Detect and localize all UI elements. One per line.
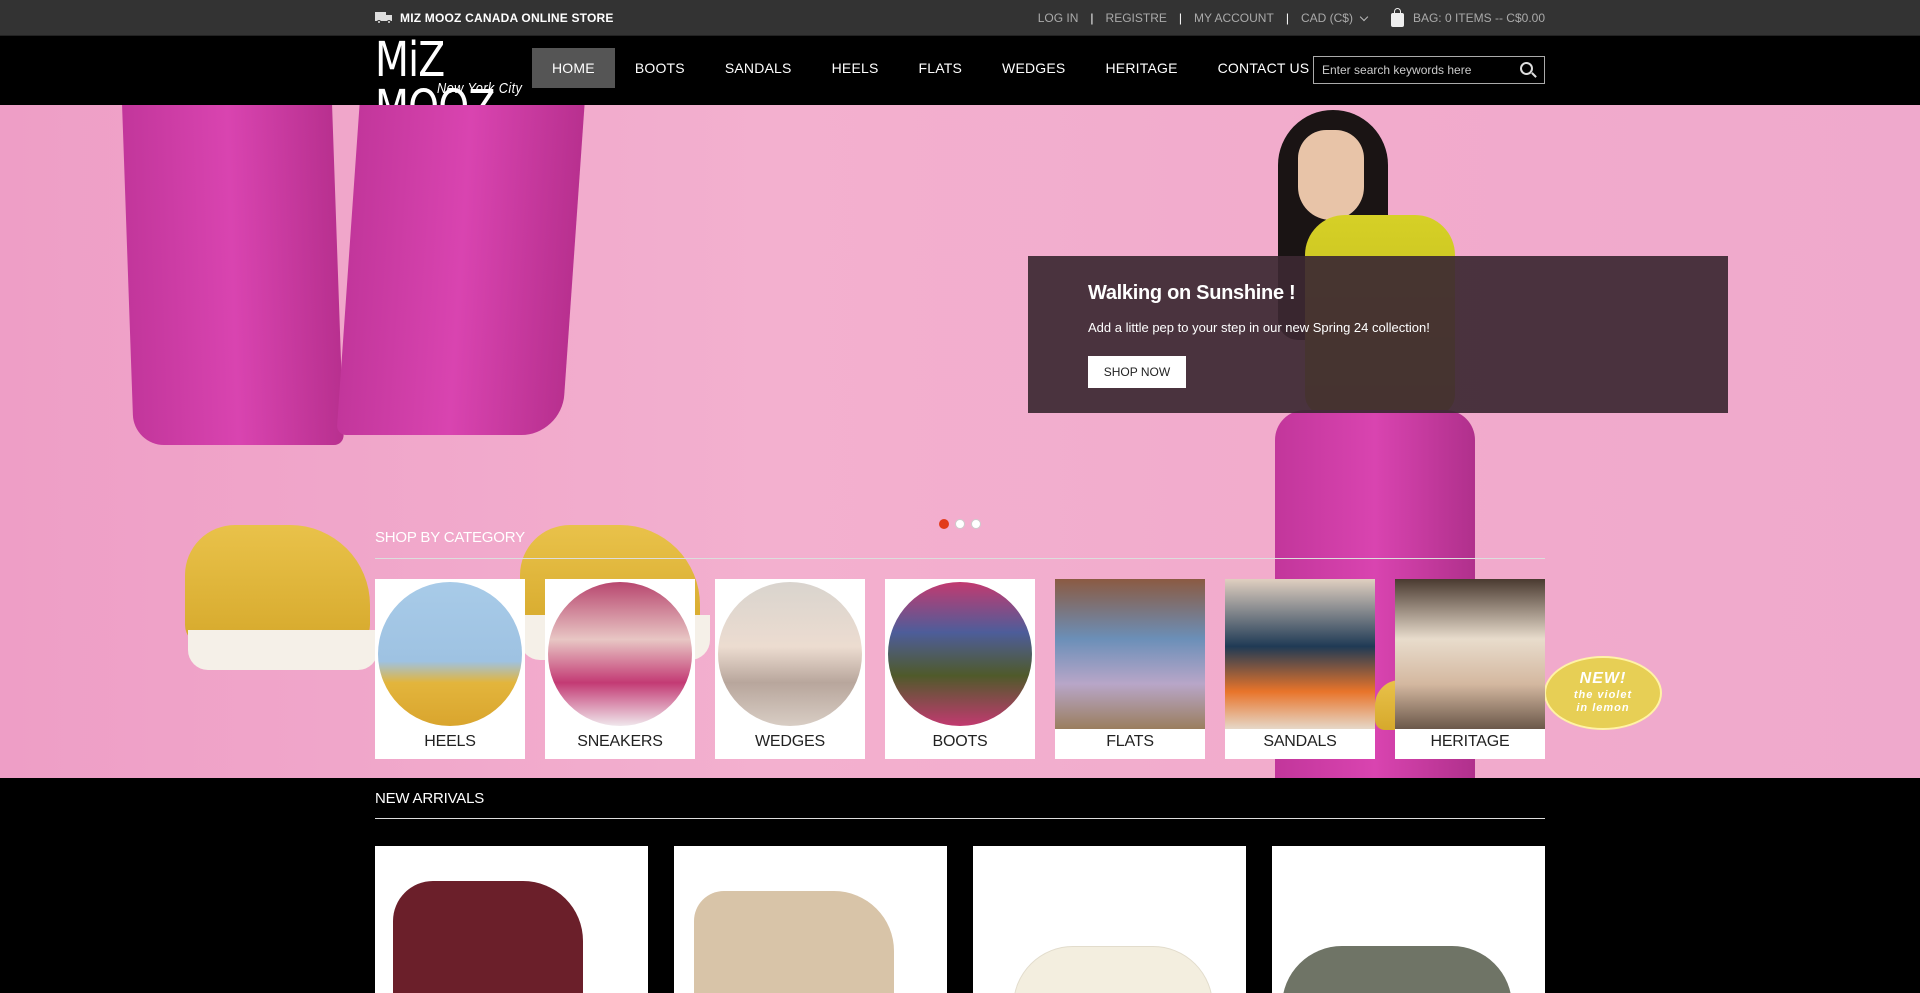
category-image — [1225, 579, 1375, 729]
badge-line-3: in lemon — [1576, 702, 1630, 714]
hero-image-pants-left — [122, 105, 344, 445]
slider-dots — [939, 519, 981, 529]
category-image — [718, 582, 862, 726]
category-flats[interactable]: FLATS — [1055, 579, 1205, 759]
account-links: LOG IN | REGISTRE | MY ACCOUNT | CAD (C$… — [1038, 8, 1545, 27]
currency-selector[interactable]: CAD (C$) — [1301, 11, 1353, 25]
section-divider — [375, 558, 1545, 559]
slide-text: Add a little pep to your step in our new… — [1088, 320, 1430, 335]
search-box — [1313, 56, 1545, 84]
chevron-down-icon[interactable] — [1359, 12, 1369, 21]
top-bar: MIZ MOOZ CANADA ONLINE STORE LOG IN | RE… — [0, 0, 1920, 36]
slider-dot-2[interactable] — [955, 519, 965, 529]
category-label: SANDALS — [1263, 733, 1337, 750]
store-name: MIZ MOOZ CANADA ONLINE STORE — [375, 11, 614, 25]
nav-heels[interactable]: HEELS — [812, 48, 899, 88]
product-image — [1282, 946, 1512, 993]
separator: | — [1090, 11, 1094, 25]
category-label: FLATS — [1106, 733, 1154, 750]
new-violet-badge[interactable]: NEW! the violet in lemon — [1544, 656, 1662, 730]
slide-title: Walking on Sunshine ! — [1088, 282, 1296, 304]
slider-dot-3[interactable] — [971, 519, 981, 529]
category-label: BOOTS — [932, 733, 988, 750]
hero-image-face — [1298, 130, 1364, 220]
truck-icon — [375, 12, 392, 24]
nav-sandals[interactable]: SANDALS — [705, 48, 812, 88]
category-image — [888, 582, 1032, 726]
separator: | — [1178, 11, 1183, 25]
product-image — [1013, 946, 1213, 993]
category-image — [1395, 579, 1545, 729]
badge-line-2: the violet — [1573, 689, 1633, 701]
bag-summary[interactable]: BAG: 0 Items -- C$0.00 — [1413, 11, 1545, 25]
slide-caption: Walking on Sunshine ! Add a little pep t… — [1028, 256, 1728, 413]
nav-flats[interactable]: FLATS — [899, 48, 983, 88]
category-sandals[interactable]: SANDALS — [1225, 579, 1375, 759]
category-label: HEELS — [424, 733, 476, 750]
category-label: WEDGES — [755, 733, 825, 750]
category-heels[interactable]: HEELS — [375, 579, 525, 759]
nav-home[interactable]: HOME — [532, 48, 615, 88]
store-name-label: MIZ MOOZ CANADA ONLINE STORE — [400, 11, 614, 25]
badge-title: NEW! — [1579, 670, 1627, 687]
category-grid: HEELS SNEAKERS WEDGES BOOTS FLATS SANDAL… — [375, 579, 1545, 759]
main-header: MiZ MOOZ New York City HOME BOOTS SANDAL… — [0, 36, 1920, 132]
shopping-bag-icon[interactable] — [1390, 8, 1404, 27]
shop-by-category-heading: SHOP BY CATEGORY — [375, 529, 525, 546]
category-label: HERITAGE — [1430, 733, 1510, 750]
category-image — [548, 582, 692, 726]
category-image — [1055, 579, 1205, 729]
product-card[interactable] — [375, 846, 648, 993]
main-nav: HOME BOOTS SANDALS HEELS FLATS WEDGES HE… — [532, 48, 1329, 88]
register-link[interactable]: REGISTRE — [1106, 11, 1167, 25]
product-card[interactable] — [1272, 846, 1545, 993]
product-image — [694, 891, 894, 993]
search-icon[interactable] — [1520, 62, 1537, 78]
logo-tagline: New York City — [437, 80, 523, 97]
new-arrivals-heading: NEW ARRIVALS — [375, 790, 485, 807]
nav-boots[interactable]: BOOTS — [615, 48, 705, 88]
nav-contact-us[interactable]: CONTACT US — [1198, 48, 1330, 88]
hero-image-sole-left — [188, 630, 378, 670]
category-wedges[interactable]: WEDGES — [715, 579, 865, 759]
hero-image-pants-right — [336, 105, 585, 435]
hero-image-shoe-left — [185, 525, 370, 645]
shop-now-button[interactable]: SHOP NOW — [1088, 356, 1186, 388]
search-input[interactable] — [1314, 57, 1514, 83]
category-label: SNEAKERS — [577, 733, 663, 750]
product-card[interactable] — [973, 846, 1246, 993]
product-image — [393, 881, 583, 993]
nav-heritage[interactable]: HERITAGE — [1085, 48, 1197, 88]
category-heritage[interactable]: HERITAGE — [1395, 579, 1545, 759]
badge-subtitle: the violet in lemon — [1546, 689, 1660, 715]
category-image — [378, 582, 522, 726]
slider-dot-1[interactable] — [939, 519, 949, 529]
separator: | — [1285, 11, 1289, 25]
my-account-link[interactable]: MY ACCOUNT — [1194, 11, 1274, 25]
category-sneakers[interactable]: SNEAKERS — [545, 579, 695, 759]
login-link[interactable]: LOG IN — [1038, 11, 1079, 25]
category-boots[interactable]: BOOTS — [885, 579, 1035, 759]
logo[interactable]: MiZ MOOZ New York City — [375, 36, 522, 132]
new-arrivals-grid — [375, 846, 1545, 993]
section-divider — [375, 818, 1545, 819]
product-card[interactable] — [674, 846, 947, 993]
nav-wedges[interactable]: WEDGES — [982, 48, 1085, 88]
